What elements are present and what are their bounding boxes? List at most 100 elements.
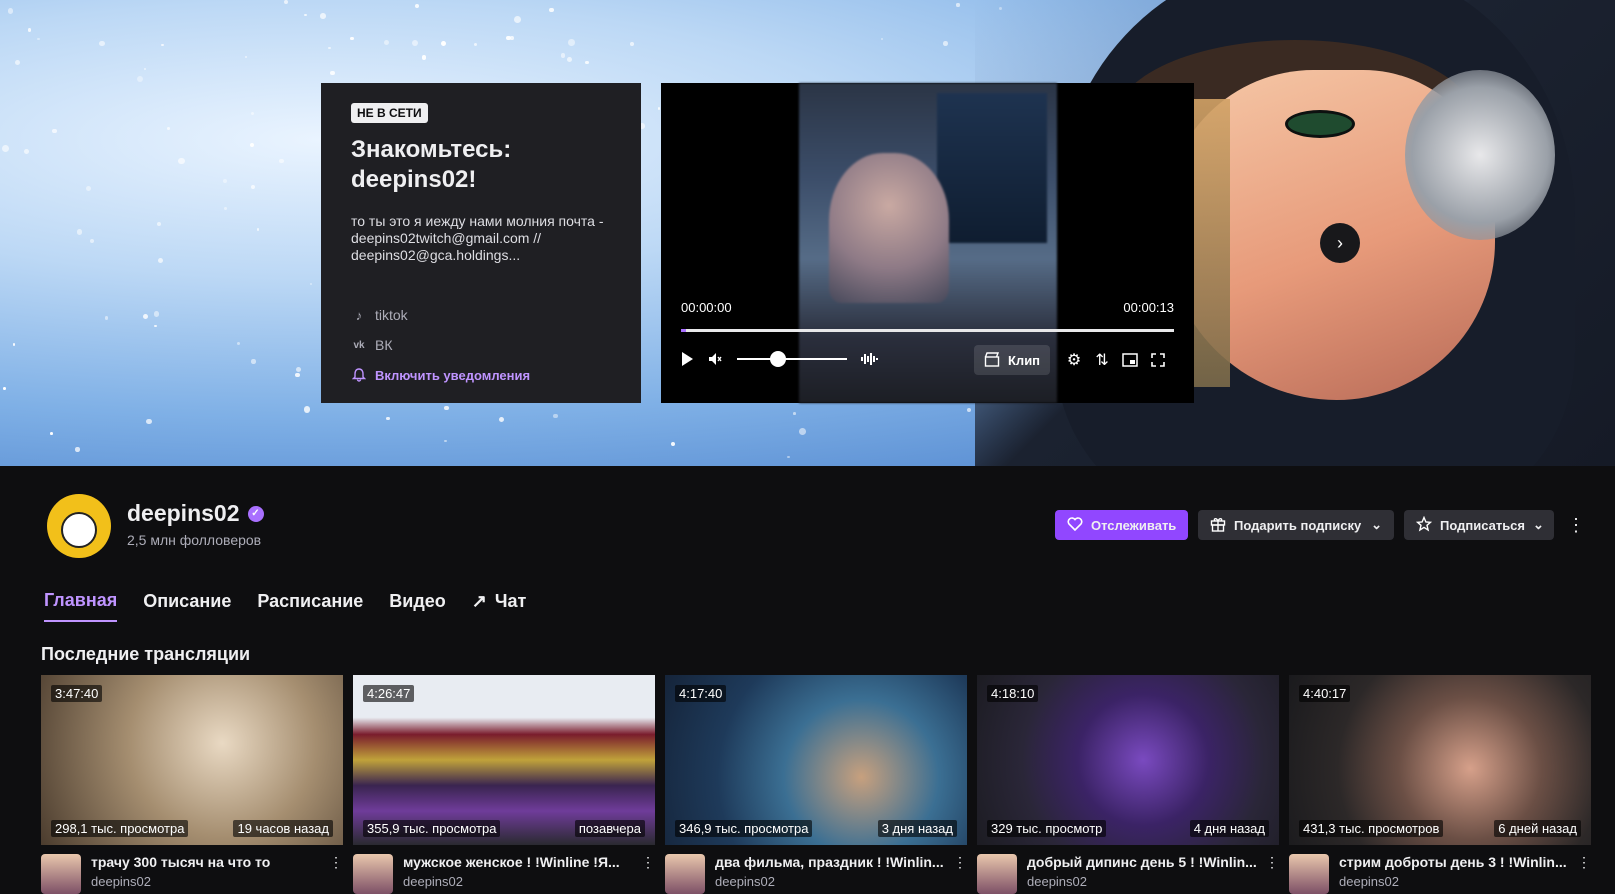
video-thumbnail[interactable]: 4:40:17 431,3 тыс. просмотров 6 дней наз… [1289, 675, 1591, 845]
time-current: 00:00:00 [681, 300, 732, 315]
snowflake [223, 179, 228, 184]
seek-bar[interactable] [681, 329, 1174, 332]
video-card[interactable]: 4:40:17 431,3 тыс. просмотров 6 дней наз… [1289, 675, 1591, 894]
clip-label: Клип [1008, 352, 1041, 368]
tab-about[interactable]: Описание [143, 590, 231, 622]
video-channel[interactable]: deepins02 [91, 874, 329, 889]
snowflake [251, 359, 256, 364]
volume-slider[interactable] [737, 351, 847, 367]
channel-avatar[interactable] [47, 494, 111, 558]
card-title: Знакомьтесь: deepins02! [351, 136, 512, 193]
snowflake [245, 56, 248, 59]
clip-button[interactable]: Клип [974, 345, 1051, 375]
video-channel-avatar[interactable] [41, 854, 81, 894]
video-title[interactable]: стрим доброты день 3 ! !Winlin... [1339, 854, 1569, 870]
video-card[interactable]: 4:17:40 346,9 тыс. просмотра 3 дня назад… [665, 675, 967, 894]
video-more-icon[interactable]: ⋮ [641, 854, 655, 894]
views-badge: 298,1 тыс. просмотра [51, 820, 189, 837]
fullscreen-icon[interactable] [1144, 346, 1172, 374]
video-thumbnail[interactable]: 4:26:47 355,9 тыс. просмотра позавчера [353, 675, 655, 845]
video-card[interactable]: 4:26:47 355,9 тыс. просмотра позавчера м… [353, 675, 655, 894]
video-title[interactable]: мужское женское ! !Winline !Я... [403, 854, 633, 870]
video-text: стрим доброты день 3 ! !Winlin... deepin… [1339, 854, 1577, 894]
snowflake [474, 42, 478, 46]
tab-videos[interactable]: Видео [389, 590, 446, 622]
social-link-tiktok[interactable]: ♪ tiktok [351, 300, 611, 330]
video-channel[interactable]: deepins02 [1027, 874, 1265, 889]
subscribe-label: Подписаться [1440, 517, 1526, 533]
tab-home[interactable]: Главная [44, 590, 118, 622]
video-thumbnail[interactable]: 4:17:40 346,9 тыс. просмотра 3 дня назад [665, 675, 967, 845]
snowflake [37, 37, 41, 41]
carousel-next-chevron-icon[interactable]: › [1320, 223, 1360, 263]
video-card[interactable]: 3:47:40 298,1 тыс. просмотра 19 часов на… [41, 675, 343, 894]
video-more-icon[interactable]: ⋮ [953, 854, 967, 894]
enable-notifications-link[interactable]: Включить уведомления [351, 360, 611, 390]
duration-badge: 4:40:17 [1299, 685, 1351, 702]
subscribe-button[interactable]: Подписаться ⌄ [1404, 510, 1554, 540]
follow-button[interactable]: Отслеживать [1055, 510, 1188, 540]
snowflake [568, 39, 575, 46]
snowflake [104, 316, 109, 320]
play-icon[interactable] [673, 345, 701, 373]
snowflake [793, 412, 796, 415]
video-title[interactable]: два фильма, праздник ! !Winlin... [715, 854, 945, 870]
tab-chat[interactable]: ↗ Чат [472, 590, 527, 622]
swap-icon[interactable]: ⇅ [1088, 346, 1116, 374]
snowflake [670, 441, 675, 447]
snowflake [178, 158, 185, 165]
volume-icon[interactable] [701, 345, 729, 373]
video-channel-avatar[interactable] [665, 854, 705, 894]
picture-in-picture-icon[interactable] [1116, 346, 1144, 374]
tab-schedule[interactable]: Расписание [257, 590, 363, 622]
snowflake [330, 70, 336, 76]
video-more-icon[interactable]: ⋮ [1265, 854, 1279, 894]
video-meta: два фильма, праздник ! !Winlin... deepin… [665, 854, 967, 894]
social-link-vk[interactable]: vk ВК [351, 330, 611, 360]
video-channel[interactable]: deepins02 [403, 874, 641, 889]
clapperboard-icon [984, 351, 1000, 370]
video-channel-avatar[interactable] [1289, 854, 1329, 894]
snowflake [328, 46, 331, 50]
snowflake [553, 414, 558, 419]
video-channel[interactable]: deepins02 [1339, 874, 1577, 889]
audio-wave-icon[interactable] [855, 345, 883, 373]
video-channel-avatar[interactable] [353, 854, 393, 894]
external-arrow-icon: ↗ [471, 591, 487, 611]
video-channel-avatar[interactable] [977, 854, 1017, 894]
notify-label: Включить уведомления [375, 367, 531, 383]
video-title[interactable]: добрый дипинс день 5 ! !Winlin... [1027, 854, 1257, 870]
video-thumbnail[interactable]: 4:18:10 329 тыс. просмотр 4 дня назад [977, 675, 1279, 845]
channel-name: deepins02 [127, 500, 240, 526]
snowflake [560, 53, 566, 58]
snowflake [161, 43, 164, 46]
heart-icon [1067, 516, 1083, 534]
video-meta: трачу 300 тысяч на что то deepins02 ⋮ [41, 854, 343, 894]
video-more-icon[interactable]: ⋮ [329, 854, 343, 894]
follower-count: 2,5 млн фолловеров [127, 532, 262, 548]
next-video-preview[interactable] [1194, 99, 1230, 387]
video-text: добрый дипинс день 5 ! !Winlin... deepin… [1027, 854, 1265, 894]
volume-knob[interactable] [770, 351, 786, 367]
offline-badge: НЕ В СЕТИ [351, 103, 428, 123]
more-options-icon[interactable]: ⋮ [1564, 512, 1588, 538]
snowflake [167, 126, 171, 130]
tab-label: Главная [44, 590, 118, 610]
video-title[interactable]: трачу 300 тысяч на что то [91, 854, 321, 870]
video-meta: мужское женское ! !Winline !Я... deepins… [353, 854, 655, 894]
snowflake [223, 207, 227, 210]
settings-gear-icon[interactable]: ⚙ [1060, 346, 1088, 374]
card-description: то ты это я иежду нами молния почта - de… [351, 213, 604, 263]
video-card[interactable]: 4:18:10 329 тыс. просмотр 4 дня назад до… [977, 675, 1279, 894]
video-thumbnail[interactable]: 3:47:40 298,1 тыс. просмотра 19 часов на… [41, 675, 343, 845]
video-text: два фильма, праздник ! !Winlin... deepin… [715, 854, 953, 894]
chevron-down-icon: ⌄ [1533, 517, 1544, 532]
gift-sub-button[interactable]: Подарить подписку ⌄ [1198, 510, 1394, 540]
snowflake [384, 40, 390, 46]
video-channel[interactable]: deepins02 [715, 874, 953, 889]
video-player[interactable]: 00:00:00 00:00:13 Клип ⚙ ⇅ [661, 83, 1194, 403]
channel-banner: НЕ В СЕТИ Знакомьтесь: deepins02! то ты … [0, 0, 1615, 466]
views-badge: 431,3 тыс. просмотров [1299, 820, 1444, 837]
snowflake [630, 42, 635, 46]
video-more-icon[interactable]: ⋮ [1577, 854, 1591, 894]
